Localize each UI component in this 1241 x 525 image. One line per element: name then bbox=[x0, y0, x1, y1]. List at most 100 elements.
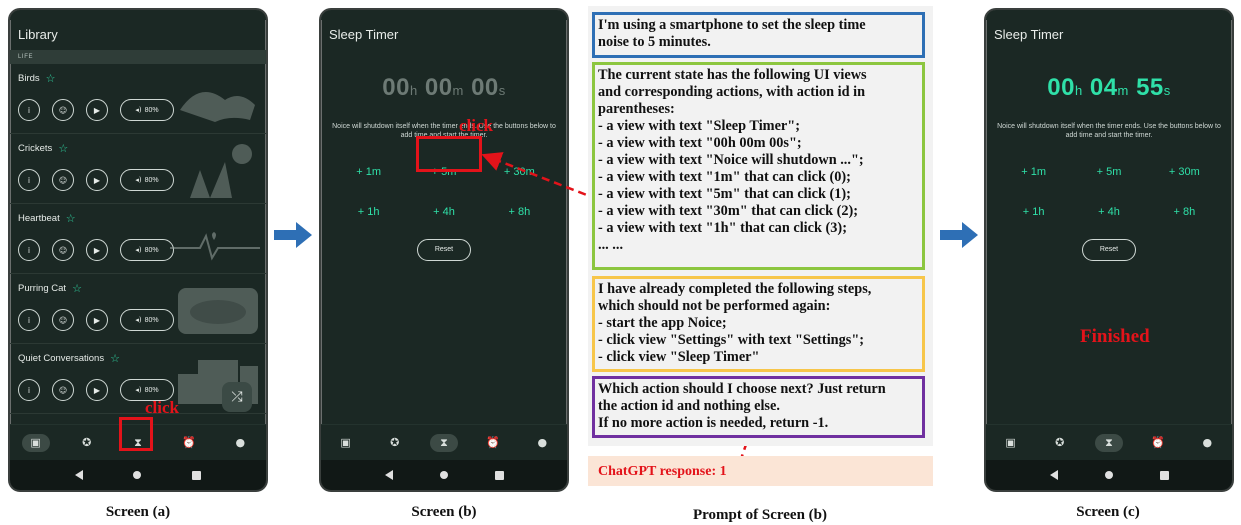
info-icon[interactable]: i bbox=[18, 99, 40, 121]
bottom-nav: ▣ ✪ ⧗ ⏰ ● bbox=[321, 424, 567, 460]
add-1h-button[interactable]: + 1h bbox=[996, 203, 1071, 221]
library-icon[interactable]: ▣ bbox=[21, 433, 50, 452]
home-icon[interactable] bbox=[1104, 471, 1113, 479]
volume-button[interactable]: ◂) 80% bbox=[120, 99, 174, 121]
add-4h-button[interactable]: + 4h bbox=[1071, 203, 1146, 221]
state-box: The current state has the following UI v… bbox=[592, 62, 925, 270]
info-icon[interactable]: i bbox=[18, 379, 40, 401]
volume-button[interactable]: ◂) 80% bbox=[120, 309, 174, 331]
finished-label: Finished bbox=[1080, 326, 1150, 347]
back-icon[interactable] bbox=[384, 470, 393, 480]
add-8h-button[interactable]: + 8h bbox=[482, 203, 557, 221]
sound-artwork-icon bbox=[170, 232, 260, 261]
click-label-b: click bbox=[459, 116, 493, 135]
volume-icon: ◂) bbox=[135, 106, 142, 114]
alarm-icon[interactable]: ⏰ bbox=[175, 434, 203, 452]
prompt-panel: I'm using a smartphone to set the sleep … bbox=[588, 6, 933, 446]
sound-row: Heartbeat ☆ i ☺ ▶ ◂) 80% bbox=[10, 204, 266, 274]
volume-label: 80% bbox=[144, 176, 159, 184]
sound-name: Birds bbox=[18, 73, 40, 84]
sound-name: Purring Cat bbox=[18, 283, 67, 294]
favorite-star-icon[interactable]: ☆ bbox=[46, 72, 56, 85]
favorite-star-icon[interactable]: ☆ bbox=[110, 352, 120, 365]
add-1h-button[interactable]: + 1h bbox=[331, 203, 406, 221]
person-icon[interactable]: ☺ bbox=[52, 169, 74, 191]
back-icon[interactable] bbox=[75, 470, 84, 480]
presets-icon[interactable]: ✪ bbox=[381, 434, 409, 452]
play-icon[interactable]: ▶ bbox=[86, 379, 108, 401]
add-1m-button[interactable]: + 1m bbox=[331, 163, 406, 181]
click-label-a: click bbox=[145, 398, 179, 417]
reset-button[interactable]: Reset bbox=[417, 238, 471, 261]
account-icon[interactable]: ● bbox=[1193, 434, 1221, 452]
recents-icon[interactable] bbox=[1159, 470, 1169, 480]
favorite-star-icon[interactable]: ☆ bbox=[66, 212, 76, 225]
volume-icon: ◂) bbox=[135, 316, 142, 324]
add-time-grid: + 1m + 5m + 30m + 1h + 4h + 8h bbox=[986, 163, 1232, 221]
add-1m-button[interactable]: + 1m bbox=[996, 163, 1071, 181]
presets-icon[interactable]: ✪ bbox=[1046, 434, 1074, 452]
sound-name: Crickets bbox=[18, 143, 53, 154]
volume-button[interactable]: ◂) 80% bbox=[120, 239, 174, 261]
presets-icon[interactable]: ✪ bbox=[73, 434, 101, 452]
add-30m-button[interactable]: + 30m bbox=[1147, 163, 1222, 181]
timer-note: Noice will shutdown itself when the time… bbox=[997, 123, 1221, 140]
person-icon[interactable]: ☺ bbox=[52, 379, 74, 401]
recents-icon[interactable] bbox=[191, 470, 201, 480]
sound-row: Crickets ☆ i ☺ ▶ ◂) 80% bbox=[10, 134, 266, 204]
system-nav-bar bbox=[10, 460, 266, 490]
volume-label: 80% bbox=[144, 246, 159, 254]
add-8h-button[interactable]: + 8h bbox=[1147, 203, 1222, 221]
caption-prompt: Prompt of Screen (b) bbox=[692, 507, 827, 523]
play-icon[interactable]: ▶ bbox=[86, 99, 108, 121]
volume-button[interactable]: ◂) 80% bbox=[120, 169, 174, 191]
library-icon[interactable]: ▣ bbox=[332, 434, 360, 452]
home-icon[interactable] bbox=[439, 471, 448, 479]
info-icon[interactable]: i bbox=[18, 169, 40, 191]
add-5m-button[interactable]: + 5m bbox=[1071, 163, 1146, 181]
alarm-icon[interactable]: ⏰ bbox=[479, 434, 507, 452]
app-bar-title: Library bbox=[18, 26, 58, 42]
person-icon[interactable]: ☺ bbox=[52, 239, 74, 261]
favorite-star-icon[interactable]: ☆ bbox=[72, 282, 82, 295]
sound-artwork-icon bbox=[178, 288, 258, 334]
caption-screen-b: Screen (b) bbox=[411, 504, 477, 520]
play-icon[interactable]: ▶ bbox=[86, 169, 108, 191]
add-30m-button[interactable]: + 30m bbox=[482, 163, 557, 181]
status-bar bbox=[10, 10, 266, 20]
recents-icon[interactable] bbox=[494, 470, 504, 480]
sleep-timer-icon[interactable]: ⧗ bbox=[1094, 433, 1123, 452]
back-icon[interactable] bbox=[1049, 470, 1058, 480]
volume-label: 80% bbox=[144, 316, 159, 324]
timer-display: 00h 00m 00s bbox=[382, 74, 506, 101]
sound-name: Heartbeat bbox=[18, 213, 60, 224]
info-icon[interactable]: i bbox=[18, 239, 40, 261]
shuffle-button[interactable]: ⤮ bbox=[222, 382, 252, 412]
home-icon[interactable] bbox=[133, 471, 142, 479]
arrow-prompt-to-c-icon bbox=[940, 222, 978, 248]
account-icon[interactable]: ● bbox=[528, 434, 556, 452]
history-box: I have already completed the following s… bbox=[592, 276, 925, 372]
caption-screen-c: Screen (c) bbox=[1076, 504, 1140, 520]
info-icon[interactable]: i bbox=[18, 309, 40, 331]
sleep-timer-icon[interactable]: ⧗ bbox=[429, 433, 458, 452]
chatgpt-response: ChatGPT response: 1 bbox=[588, 456, 933, 486]
sound-artwork-icon bbox=[180, 92, 255, 122]
screen-c-phone: Sleep Timer 00h 04m 55s Noice will shutd… bbox=[984, 8, 1234, 492]
question-box: Which action should I choose next? Just … bbox=[592, 376, 925, 438]
favorite-star-icon[interactable]: ☆ bbox=[58, 142, 68, 155]
person-icon[interactable]: ☺ bbox=[52, 99, 74, 121]
task-box: I'm using a smartphone to set the sleep … bbox=[592, 12, 925, 58]
add-4h-button[interactable]: + 4h bbox=[406, 203, 481, 221]
library-icon[interactable]: ▣ bbox=[997, 434, 1025, 452]
play-icon[interactable]: ▶ bbox=[86, 239, 108, 261]
alarm-icon[interactable]: ⏰ bbox=[1144, 434, 1172, 452]
person-icon[interactable]: ☺ bbox=[52, 309, 74, 331]
volume-icon: ◂) bbox=[135, 386, 142, 394]
bottom-nav: ▣ ✪ ⧗ ⏰ ● bbox=[986, 424, 1232, 460]
click-highlight-a bbox=[119, 417, 153, 451]
reset-button[interactable]: Reset bbox=[1082, 238, 1136, 261]
sound-row: Birds ☆ i ☺ ▶ ◂) 80% bbox=[10, 64, 266, 134]
play-icon[interactable]: ▶ bbox=[86, 309, 108, 331]
account-icon[interactable]: ● bbox=[226, 434, 254, 452]
